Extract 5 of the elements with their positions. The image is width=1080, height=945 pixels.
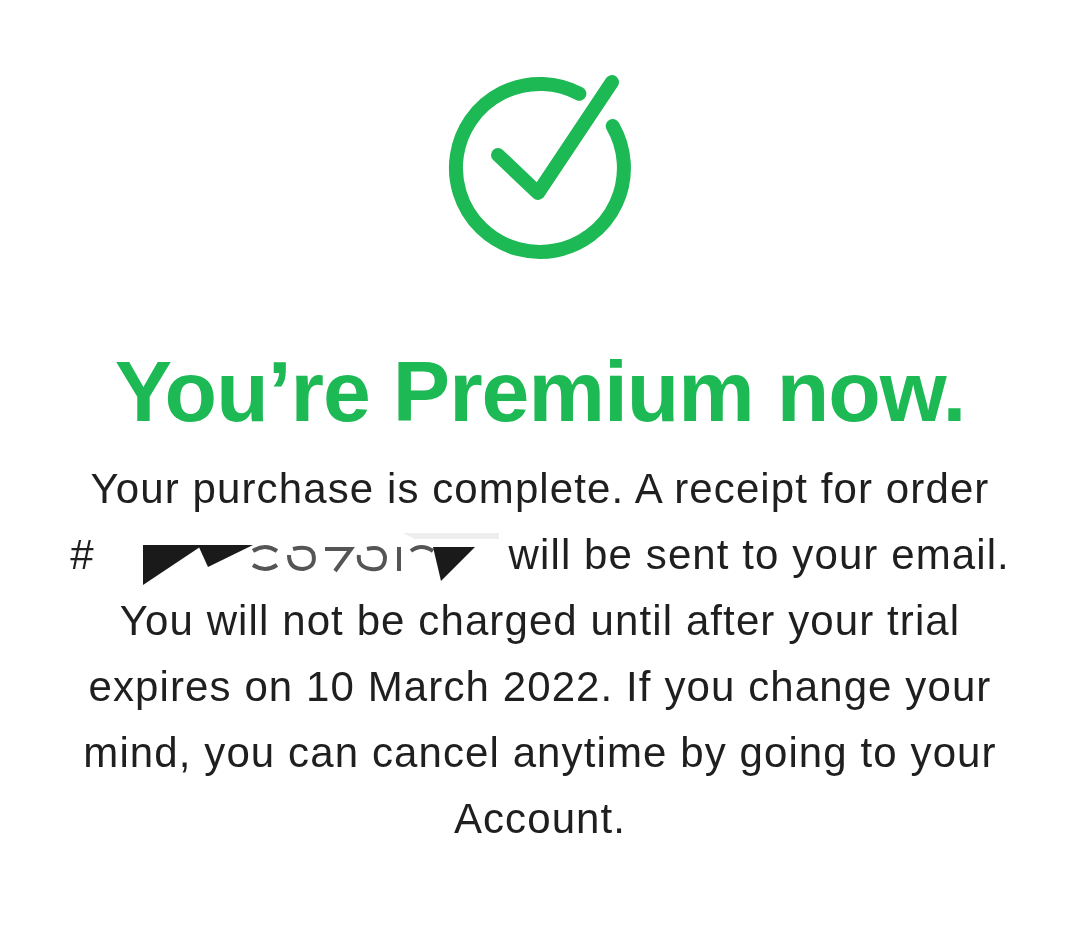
success-heading: You’re Premium now. [114, 348, 966, 434]
receipt-text: Your purchase is complete. A receipt for order [90, 464, 990, 514]
order-number-text: # [70, 530, 95, 580]
email-notice-text: will be sent to your email. [508, 530, 1010, 580]
trial-notice-text: You will not be charged until after your trial expires on 10 March 2022. If you change your mind, you can cancel anytime by going to your Account. [82, 596, 998, 844]
